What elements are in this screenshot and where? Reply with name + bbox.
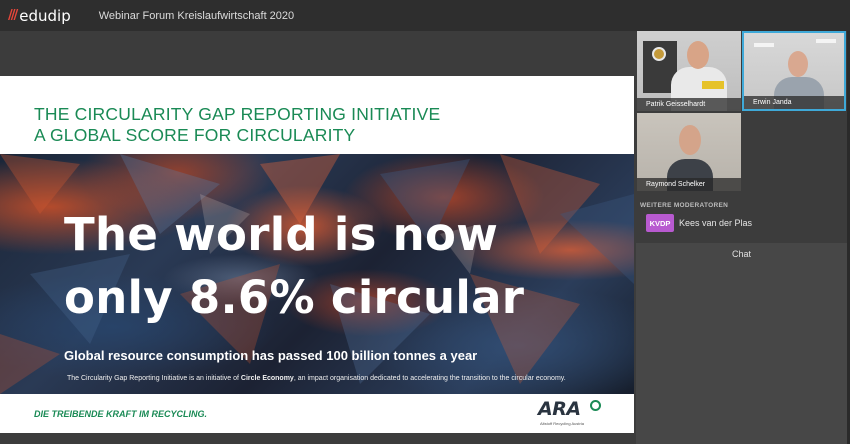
slide-tagline: DIE TREIBENDE KRAFT IM RECYCLING. bbox=[34, 409, 208, 419]
edudip-logo-icon: /// bbox=[8, 8, 18, 23]
participant-name: Patrik Geisselhardt bbox=[637, 98, 741, 111]
poster-logo-icon bbox=[652, 47, 666, 61]
moderator-avatar: KVDP bbox=[646, 214, 674, 232]
video-tile-patrik-geisselhardt[interactable]: Patrik Geisselhardt bbox=[637, 31, 741, 111]
participant-name: Raymond Schelker bbox=[637, 178, 741, 191]
participant-name: Erwin Janda bbox=[744, 96, 844, 109]
footnote-text-1: The Circularity Gap Reporting Initiative… bbox=[67, 375, 241, 382]
slide-footer: DIE TREIBENDE KRAFT IM RECYCLING. ARA Al… bbox=[0, 394, 634, 433]
presentation-area: THE CIRCULARITY GAP REPORTING INITIATIVE… bbox=[0, 31, 636, 444]
ceiling-light bbox=[754, 43, 774, 47]
footnote-text-2: , an impact organisation dedicated to ac… bbox=[293, 375, 566, 382]
webinar-app: /// edudip Webinar Forum Kreislaufwirtsc… bbox=[0, 0, 850, 444]
moderator-name: Kees van der Plas bbox=[679, 218, 753, 228]
chat-panel[interactable]: Chat bbox=[636, 243, 847, 444]
person-head bbox=[687, 41, 709, 69]
moderator-item[interactable]: KVDP Kees van der Plas bbox=[646, 214, 752, 232]
slide-title-line-1: THE CIRCULARITY GAP REPORTING INITIATIVE bbox=[34, 104, 441, 124]
chat-title: Chat bbox=[731, 249, 751, 259]
top-bar: /// edudip Webinar Forum Kreislaufwirtsc… bbox=[0, 0, 850, 31]
ara-logo-text: ARA bbox=[538, 398, 581, 420]
poster-badge bbox=[702, 81, 724, 89]
ara-logo: ARA Altstoff Recycling Austria bbox=[538, 398, 604, 428]
slide-footnote: The Circularity Gap Reporting Initiative… bbox=[67, 375, 566, 382]
moderators-header: WEITERE MODERATOREN bbox=[640, 202, 729, 209]
video-tile-erwin-janda[interactable]: Erwin Janda bbox=[742, 31, 846, 111]
slide-subline: Global resource consumption has passed 1… bbox=[64, 348, 478, 363]
ara-logo-subtitle: Altstoff Recycling Austria bbox=[540, 421, 584, 426]
ceiling-light bbox=[816, 39, 836, 43]
slide-background-image: The world is now only 8.6% circular Glob… bbox=[0, 154, 634, 394]
presentation-slide: THE CIRCULARITY GAP REPORTING INITIATIVE… bbox=[0, 76, 634, 433]
headline-line-2: only 8.6% circular bbox=[64, 271, 525, 324]
person-head bbox=[788, 51, 808, 77]
slide-header: THE CIRCULARITY GAP REPORTING INITIATIVE… bbox=[0, 76, 634, 154]
logo-text: edudip bbox=[19, 6, 71, 25]
slide-title-line-2: A GLOBAL SCORE FOR CIRCULARITY bbox=[34, 125, 356, 145]
ara-leaf-icon bbox=[590, 400, 601, 411]
person-head bbox=[679, 125, 701, 155]
headline-line-1: The world is now bbox=[64, 208, 499, 261]
webinar-title: Webinar Forum Kreislaufwirtschaft 2020 bbox=[98, 9, 295, 22]
participants-panel: Patrik Geisselhardt Erwin Janda Raymond … bbox=[636, 31, 850, 444]
edudip-logo[interactable]: /// edudip bbox=[8, 7, 71, 25]
footnote-bold: Circle Economy bbox=[240, 375, 294, 382]
video-tile-raymond-schelker[interactable]: Raymond Schelker bbox=[637, 113, 741, 191]
